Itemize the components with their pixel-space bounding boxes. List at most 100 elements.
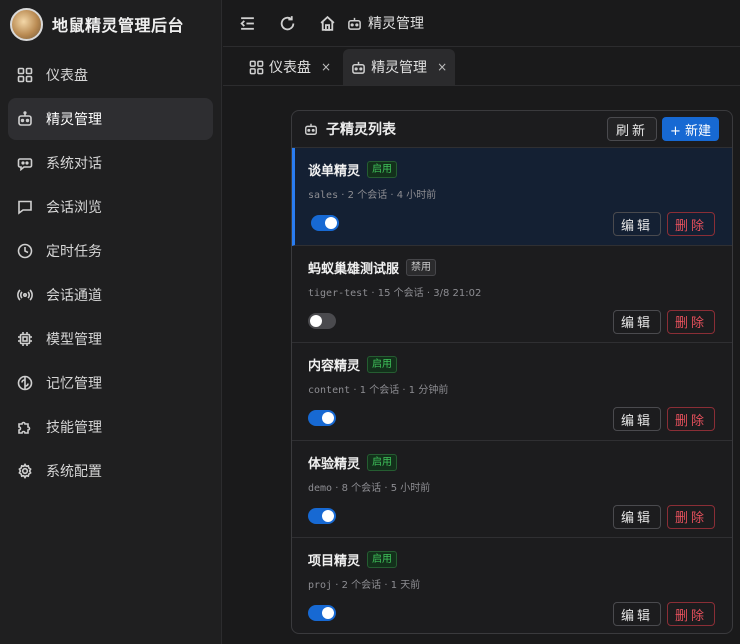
sidebar-item-label: 精灵管理 <box>46 112 102 128</box>
tab-dashboard[interactable]: 仪表盘 × <box>241 49 339 85</box>
sidebar-item-label: 记忆管理 <box>46 376 102 392</box>
sprite-title: 蚂蚁巢雄测试服 禁用 <box>308 258 716 277</box>
enable-toggle[interactable] <box>311 215 339 231</box>
row-actions: 编辑 删除 <box>612 309 715 334</box>
collapse-sidebar-icon[interactable] <box>237 13 257 33</box>
sidebar-item-dashboard[interactable]: 仪表盘 <box>8 54 213 96</box>
sidebar-item-label: 技能管理 <box>46 420 102 436</box>
chat-bot-icon <box>16 154 34 172</box>
meta-separator: · <box>381 482 391 494</box>
sidebar-item-scheduled-tasks[interactable]: 定时任务 <box>8 230 213 272</box>
panel-title: 子精灵列表 <box>326 122 396 138</box>
avatar <box>10 7 43 41</box>
sidebar-item-label: 会话浏览 <box>46 200 102 216</box>
status-badge: 启用 <box>367 453 398 471</box>
list-item[interactable]: 项目精灵 启用 proj · 2 个会话 · 1 天前编辑 删除 <box>292 538 732 633</box>
delete-button[interactable]: 删除 <box>666 309 715 334</box>
enable-toggle[interactable] <box>308 507 336 524</box>
edit-button[interactable]: 编辑 <box>612 504 661 529</box>
sidebar-item-memory[interactable]: 记忆管理 <box>8 362 213 404</box>
close-icon[interactable]: × <box>437 60 447 74</box>
sidebar-item-system-config[interactable]: 系统配置 <box>8 450 213 492</box>
meta-separator: · <box>387 190 397 201</box>
tab-sprites[interactable]: 精灵管理 × <box>343 49 456 85</box>
delete-button[interactable]: 删除 <box>666 504 715 529</box>
delete-button[interactable]: 删除 <box>666 407 715 432</box>
sidebar-item-label: 会话通道 <box>46 288 102 304</box>
sprite-title: 项目精灵 启用 <box>308 550 716 569</box>
new-sprite-button[interactable]: + 新建 <box>661 117 719 141</box>
meta-separator: · <box>332 482 342 494</box>
row-actions: 编辑 删除 <box>612 407 715 432</box>
dashboard-icon <box>249 60 264 74</box>
sidebar-item-skills[interactable]: 技能管理 <box>8 406 213 448</box>
topbar: 精灵管理 <box>223 0 740 47</box>
sprite-meta: tiger-test · 15 个会话 · 3/8 21:02 <box>308 284 716 299</box>
sidebar-item-sprites[interactable]: 精灵管理 <box>8 98 213 140</box>
robot-icon <box>305 123 317 135</box>
enable-toggle[interactable] <box>308 605 336 622</box>
sidebar: 地鼠精灵管理后台 仪表盘 精灵管理 系统对话 会话浏览 定时任务 会话通道 模型… <box>0 0 222 644</box>
delete-button[interactable]: 删除 <box>666 212 715 236</box>
enable-toggle[interactable] <box>308 312 336 329</box>
close-icon[interactable]: × <box>321 60 331 74</box>
enable-toggle[interactable] <box>308 410 336 427</box>
sprite-id: demo <box>308 482 333 494</box>
sidebar-item-session-channels[interactable]: 会话通道 <box>8 274 213 316</box>
list-item[interactable]: 体验精灵 启用 demo · 8 个会话 · 5 小时前 编辑 删除 <box>292 441 732 539</box>
sprite-id: content <box>308 385 351 397</box>
sidebar-item-label: 仪表盘 <box>46 68 88 84</box>
meta-separator: · <box>350 385 360 397</box>
chip-icon <box>16 330 34 348</box>
delete-button[interactable]: 删除 <box>666 602 715 627</box>
refresh-icon[interactable] <box>277 13 297 33</box>
toggle-knob <box>322 607 334 620</box>
list-item[interactable]: 蚂蚁巢雄测试服 禁用 tiger-test · 15 个会话 · 3/8 21:02… <box>292 246 732 344</box>
list-item[interactable]: 谈单精灵 启用 sales · 2 个会话 · 4 小时前 编辑 删除 <box>292 148 732 246</box>
edit-button[interactable]: 编辑 <box>612 309 661 334</box>
status-badge: 启用 <box>367 356 398 374</box>
last-active-time: 1 分钟前 <box>408 385 449 397</box>
panel-header: 子精灵列表 刷新 + 新建 <box>292 111 732 148</box>
edit-button[interactable]: 编辑 <box>612 407 661 432</box>
status-badge: 禁用 <box>406 258 437 276</box>
toggle-knob <box>322 412 334 425</box>
session-count: 1 个会话 <box>359 385 400 397</box>
sprite-meta: content · 1 个会话 · 1 分钟前 <box>308 381 716 396</box>
robot-icon <box>352 61 365 74</box>
breadcrumb: 精灵管理 <box>347 13 424 33</box>
sidebar-nav: 仪表盘 精灵管理 系统对话 会话浏览 定时任务 会话通道 模型管理 记忆管理 技… <box>0 54 221 492</box>
sidebar-item-label: 系统配置 <box>46 464 102 480</box>
meta-separator: · <box>381 580 391 592</box>
row-actions: 编辑 删除 <box>612 602 715 627</box>
sidebar-item-system-chat[interactable]: 系统对话 <box>8 142 213 184</box>
session-count: 15 个会话 <box>377 287 424 299</box>
session-count: 2 个会话 <box>347 190 388 201</box>
sprite-name: 项目精灵 <box>308 554 361 570</box>
list-item[interactable]: 内容精灵 启用 content · 1 个会话 · 1 分钟前 编辑 删除 <box>292 343 732 441</box>
last-active-time: 5 小时前 <box>390 482 431 494</box>
sprite-title: 谈单精灵 启用 <box>308 160 716 179</box>
sidebar-item-session-browse[interactable]: 会话浏览 <box>8 186 213 228</box>
edit-button[interactable]: 编辑 <box>612 602 661 627</box>
sprite-list: 谈单精灵 启用 sales · 2 个会话 · 4 小时前 编辑 删除 蚂蚁巢雄测试服 禁用… <box>292 148 732 633</box>
home-icon[interactable] <box>317 13 337 33</box>
tabs-bar: 仪表盘 × 精灵管理 × <box>223 48 740 86</box>
meta-separator: · <box>399 385 409 397</box>
sidebar-item-models[interactable]: 模型管理 <box>8 318 213 360</box>
last-active-time: 1 天前 <box>390 580 421 592</box>
dashboard-icon <box>16 66 34 84</box>
gear-icon <box>16 462 34 480</box>
status-badge: 启用 <box>367 551 398 569</box>
sidebar-item-label: 模型管理 <box>46 332 102 348</box>
sidebar-item-label: 定时任务 <box>46 244 102 260</box>
sprite-meta: proj · 2 个会话 · 1 天前 <box>308 576 716 591</box>
row-actions: 编辑 删除 <box>612 504 715 529</box>
edit-button[interactable]: 编辑 <box>612 212 661 236</box>
meta-separator: · <box>338 190 348 201</box>
status-badge: 启用 <box>367 161 398 178</box>
sprite-id: sales <box>308 190 339 201</box>
refresh-button[interactable]: 刷新 <box>606 117 657 141</box>
meta-separator: · <box>368 287 378 299</box>
clock-icon <box>16 242 34 260</box>
